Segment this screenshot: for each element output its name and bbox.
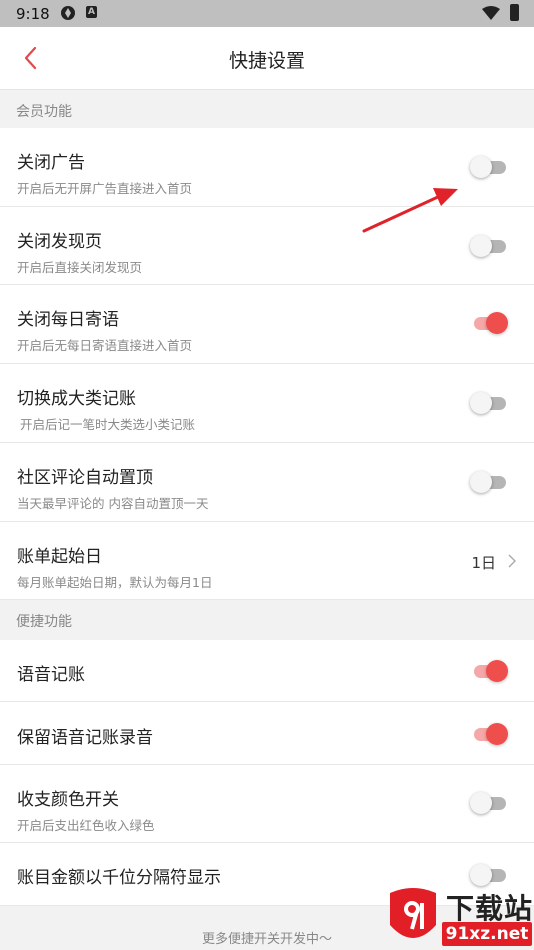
- keep-voice-recording-toggle[interactable]: [470, 721, 508, 747]
- close-discover-toggle[interactable]: [470, 233, 508, 259]
- page-title: 快捷设置: [228, 50, 305, 72]
- status-bar: 9:18 A: [0, 0, 534, 27]
- setting-label: 切换成大类记账: [17, 389, 136, 409]
- battery-icon: [510, 4, 519, 21]
- bill-start-day-value[interactable]: 1日: [471, 552, 496, 573]
- setting-description: 每月账单起始日期，默认为每月1日: [17, 575, 213, 590]
- section-title: 会员功能: [16, 104, 72, 120]
- setting-row-voice-booking[interactable]: 语音记账: [0, 640, 534, 702]
- setting-label: 语音记账: [17, 665, 85, 685]
- setting-label: 关闭广告: [17, 153, 85, 173]
- watermark: 下载站 91xz.net: [384, 885, 534, 950]
- wifi-icon: [482, 6, 500, 20]
- setting-label: 账目金额以千位分隔符显示: [17, 868, 221, 888]
- setting-label: 账单起始日: [17, 547, 102, 567]
- setting-row-close-discover[interactable]: 关闭发现页 开启后直接关闭发现页: [0, 207, 534, 285]
- a-badge-icon: A: [86, 6, 97, 18]
- setting-label: 关闭每日寄语: [17, 310, 119, 330]
- setting-row-income-expense-color[interactable]: 收支颜色开关 开启后支出红色收入绿色: [0, 765, 534, 843]
- setting-row-close-daily-message[interactable]: 关闭每日寄语 开启后无每日寄语直接进入首页: [0, 285, 534, 364]
- setting-description: 开启后支出红色收入绿色: [17, 818, 155, 833]
- close-daily-message-toggle[interactable]: [470, 310, 508, 336]
- setting-row-keep-voice-recording[interactable]: 保留语音记账录音: [0, 702, 534, 765]
- section-title: 便捷功能: [16, 614, 72, 630]
- chevron-right-icon: [508, 554, 516, 568]
- setting-description: 开启后无每日寄语直接进入首页: [17, 338, 193, 353]
- setting-description: 开启后直接关闭发现页: [17, 260, 143, 275]
- watermark-bottom-text: 91xz.net: [442, 922, 532, 946]
- voice-booking-toggle[interactable]: [470, 658, 508, 684]
- aperture-icon: [61, 6, 75, 20]
- setting-label: 收支颜色开关: [17, 790, 119, 810]
- status-time: 9:18: [16, 5, 50, 23]
- app-header: 快捷设置: [0, 27, 534, 90]
- close-ads-toggle[interactable]: [470, 154, 508, 180]
- section-header-member: 会员功能: [0, 90, 534, 128]
- setting-description: 开启后无开屏广告直接进入首页: [17, 181, 193, 196]
- major-category-toggle[interactable]: [470, 390, 508, 416]
- setting-description: 开启后记一笔时大类选小类记账: [20, 417, 196, 432]
- setting-label: 社区评论自动置顶: [17, 468, 153, 488]
- setting-row-close-ads[interactable]: 关闭广告 开启后无开屏广告直接进入首页: [0, 128, 534, 207]
- setting-label: 保留语音记账录音: [17, 728, 153, 748]
- income-expense-color-toggle[interactable]: [470, 790, 508, 816]
- setting-row-comment-pin[interactable]: 社区评论自动置顶 当天最早评论的 内容自动置顶一天: [0, 443, 534, 522]
- setting-label: 关闭发现页: [17, 232, 102, 252]
- watermark-top-text: 下载站: [446, 892, 534, 925]
- setting-description: 当天最早评论的 内容自动置顶一天: [17, 496, 209, 511]
- setting-row-bill-start-day[interactable]: 账单起始日 每月账单起始日期，默认为每月1日 1日: [0, 522, 534, 600]
- setting-row-major-category[interactable]: 切换成大类记账 开启后记一笔时大类选小类记账: [0, 364, 534, 443]
- comment-pin-toggle[interactable]: [470, 469, 508, 495]
- section-header-convenience: 便捷功能: [0, 600, 534, 640]
- watermark-logo-icon: [390, 888, 436, 938]
